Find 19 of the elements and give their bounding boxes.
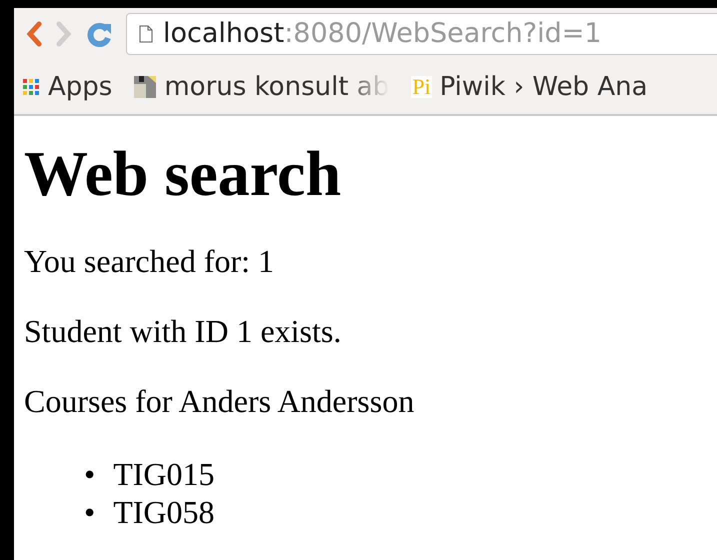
piwik-logo: Pi	[411, 76, 432, 98]
address-field[interactable]: localhost:8080/WebSearch?id=1	[126, 13, 717, 55]
page-icon	[139, 25, 153, 43]
paragraph: Courses for Anders Andersson	[24, 384, 416, 420]
forward-icon[interactable]	[56, 21, 72, 47]
bookmark[interactable]: morus konsult ab	[134, 72, 390, 102]
back-icon[interactable]	[26, 21, 42, 47]
bookmark[interactable]: Pi Piwik › Web Ana	[411, 72, 648, 102]
bookmark[interactable]: Apps	[22, 72, 112, 102]
apps-grid-icon	[22, 78, 40, 96]
bullet: •	[84, 454, 96, 493]
course-item: TIG015	[113, 454, 215, 493]
favicon-icon	[134, 76, 156, 98]
page-heading: Web search	[24, 142, 342, 206]
paragraph: Student with ID 1 exists.	[24, 314, 342, 350]
bullet: •	[84, 492, 96, 532]
paragraph: You searched for: 1	[24, 244, 276, 280]
reload-icon[interactable]	[86, 21, 112, 47]
course-item: TIG058	[113, 492, 215, 532]
